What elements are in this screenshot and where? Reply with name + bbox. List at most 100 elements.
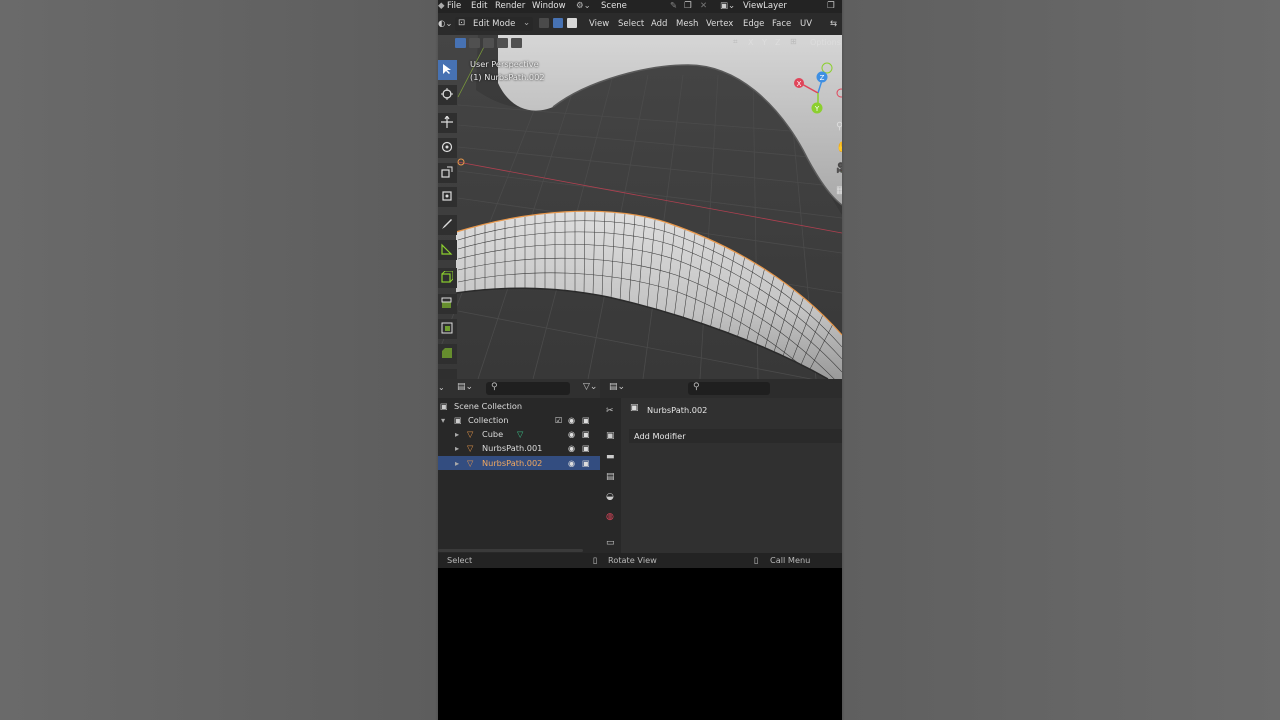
- menu-render[interactable]: Render: [495, 0, 525, 12]
- menu-mesh[interactable]: Mesh: [676, 18, 698, 30]
- face-select-button[interactable]: [567, 18, 577, 28]
- menu-view[interactable]: View: [589, 18, 609, 30]
- select-extend-button[interactable]: [469, 38, 480, 48]
- gizmo-y-label: Y: [814, 105, 820, 113]
- collection-icon: ▣: [454, 415, 462, 425]
- expand-arrow-icon[interactable]: ▸: [455, 441, 459, 455]
- axis-y-toggle[interactable]: Y: [762, 38, 767, 47]
- render-camera-icon[interactable]: ▣: [582, 456, 590, 470]
- tool-add-cube[interactable]: [438, 268, 457, 288]
- transform-icon[interactable]: ⇆: [830, 18, 837, 30]
- visibility-eye-icon[interactable]: ◉: [568, 427, 575, 441]
- properties-search-input[interactable]: ⚲: [688, 382, 770, 395]
- menu-select[interactable]: Select: [618, 18, 644, 30]
- camera-view-icon[interactable]: 🎥: [836, 163, 842, 174]
- scene-icon[interactable]: ⚙⌄: [576, 0, 591, 12]
- status-call-menu: Call Menu: [770, 555, 811, 565]
- outliner-search-input[interactable]: ⚲: [486, 382, 570, 395]
- tool-tab-icon[interactable]: ✂: [606, 406, 614, 416]
- collection-tab-icon[interactable]: ▭: [606, 538, 615, 548]
- outliner-item-cube[interactable]: ▸ ▽ Cube ▽ ◉ ▣: [438, 427, 600, 441]
- outliner-item-nurbspath-002[interactable]: ▸ ▽ NurbsPath.002 ◉ ▣: [438, 456, 600, 470]
- viewport-header: ◐⌄ ⊡ Edit Mode ⌄ View Select Add Mesh Ve…: [438, 13, 842, 35]
- edge-select-button[interactable]: [553, 18, 563, 28]
- expand-arrow-icon[interactable]: ▸: [455, 456, 459, 470]
- view-layer-tab-icon[interactable]: ▤: [606, 472, 615, 482]
- menu-vertex[interactable]: Vertex: [706, 18, 733, 30]
- render-tab-icon[interactable]: ▣: [606, 431, 615, 441]
- tool-extrude[interactable]: [438, 294, 457, 314]
- render-camera-icon[interactable]: ▣: [582, 441, 590, 455]
- menu-edge[interactable]: Edge: [743, 18, 764, 30]
- select-box-button[interactable]: [455, 38, 466, 48]
- display-mode-icon[interactable]: ▤⌄: [457, 382, 473, 392]
- outliner-item-nurbspath-001[interactable]: ▸ ▽ NurbsPath.001 ◉ ▣: [438, 441, 600, 455]
- collection-label: Collection: [468, 415, 509, 425]
- vertex-select-button[interactable]: [539, 18, 549, 28]
- extrude-icon: [441, 297, 452, 308]
- menu-file[interactable]: File: [447, 0, 461, 12]
- tool-rotate[interactable]: [438, 138, 457, 158]
- visibility-eye-icon[interactable]: ◉: [568, 441, 575, 455]
- menu-face[interactable]: Face: [772, 18, 791, 30]
- delete-scene-icon[interactable]: ✕: [700, 0, 707, 12]
- blender-logo-icon[interactable]: ◆: [438, 0, 445, 12]
- item-label: Cube: [482, 429, 504, 439]
- outliner-collection[interactable]: ▾ ▣ Collection ☑ ◉ ▣: [438, 413, 600, 427]
- tool-annotate[interactable]: [438, 215, 457, 235]
- options-dropdown[interactable]: Options: [810, 38, 841, 47]
- new-view-layer-icon[interactable]: ❐: [827, 0, 835, 12]
- mesh-object-icon: ▽: [467, 458, 474, 468]
- ruler-icon: [441, 243, 453, 255]
- mesh-data-icon[interactable]: ▽: [517, 427, 523, 441]
- tool-cursor[interactable]: [438, 85, 457, 105]
- menu-uv[interactable]: UV: [800, 18, 812, 30]
- axis-x-toggle[interactable]: X: [748, 38, 753, 47]
- render-camera-icon[interactable]: ▣: [582, 427, 590, 441]
- expand-arrow-icon[interactable]: ▾: [441, 413, 445, 427]
- tool-transform[interactable]: [438, 187, 457, 207]
- pin-icon[interactable]: ✎: [670, 0, 677, 12]
- pan-hand-icon[interactable]: ✋: [836, 142, 842, 153]
- editor-type-icon[interactable]: ⌄: [438, 383, 445, 392]
- view-layer-icon[interactable]: ▣⌄: [720, 0, 735, 12]
- edit-mode-icon: ⊡: [458, 18, 466, 28]
- select-invert-button[interactable]: [497, 38, 508, 48]
- expand-arrow-icon[interactable]: ▸: [455, 427, 459, 441]
- tool-bevel[interactable]: [438, 344, 457, 364]
- zoom-icon[interactable]: ⚲: [836, 121, 842, 132]
- outliner-scrollbar[interactable]: [438, 549, 583, 552]
- scene-name[interactable]: Scene: [601, 0, 627, 12]
- ortho-grid-icon[interactable]: ▦: [836, 185, 842, 196]
- tool-measure[interactable]: [438, 240, 457, 260]
- tool-loop-cut[interactable]: [438, 369, 457, 379]
- tool-inset[interactable]: [438, 319, 457, 339]
- editor-type-icon[interactable]: ▤⌄: [609, 382, 625, 392]
- visibility-eye-icon[interactable]: ◉: [568, 413, 575, 427]
- menu-window[interactable]: Window: [532, 0, 566, 12]
- tool-select[interactable]: [438, 60, 457, 80]
- menu-add[interactable]: Add: [651, 18, 667, 30]
- view-layer-name[interactable]: ViewLayer: [743, 0, 787, 12]
- outliner-scene-collection[interactable]: ▣ Scene Collection: [438, 399, 600, 413]
- tool-scale[interactable]: [438, 163, 457, 183]
- output-tab-icon[interactable]: ▬: [606, 452, 615, 462]
- filter-icon[interactable]: ▽⌄: [583, 382, 597, 392]
- editor-type-icon[interactable]: ◐⌄: [438, 18, 453, 30]
- select-subtract-button[interactable]: [483, 38, 494, 48]
- add-modifier-button[interactable]: Add Modifier: [629, 429, 842, 443]
- mirror-icon[interactable]: ⌗: [733, 37, 738, 47]
- exclude-checkbox[interactable]: ☑: [555, 413, 562, 427]
- tool-move[interactable]: [438, 113, 457, 133]
- auto-merge-icon[interactable]: ⊞: [790, 37, 797, 46]
- axis-z-toggle[interactable]: Z: [775, 38, 780, 47]
- scene-tab-icon[interactable]: ◒: [606, 492, 614, 502]
- visibility-eye-icon[interactable]: ◉: [568, 456, 575, 470]
- render-camera-icon[interactable]: ▣: [582, 413, 590, 427]
- select-intersect-button[interactable]: [511, 38, 522, 48]
- new-scene-icon[interactable]: ❐: [684, 0, 692, 12]
- 3d-viewport[interactable]: Z X Y ⌗ X Y Z ⊞ Options User Perspective…: [438, 35, 842, 379]
- menu-edit[interactable]: Edit: [471, 0, 487, 12]
- mode-dropdown[interactable]: ⊡ Edit Mode ⌄: [455, 17, 533, 31]
- world-tab-icon[interactable]: ◍: [606, 512, 614, 522]
